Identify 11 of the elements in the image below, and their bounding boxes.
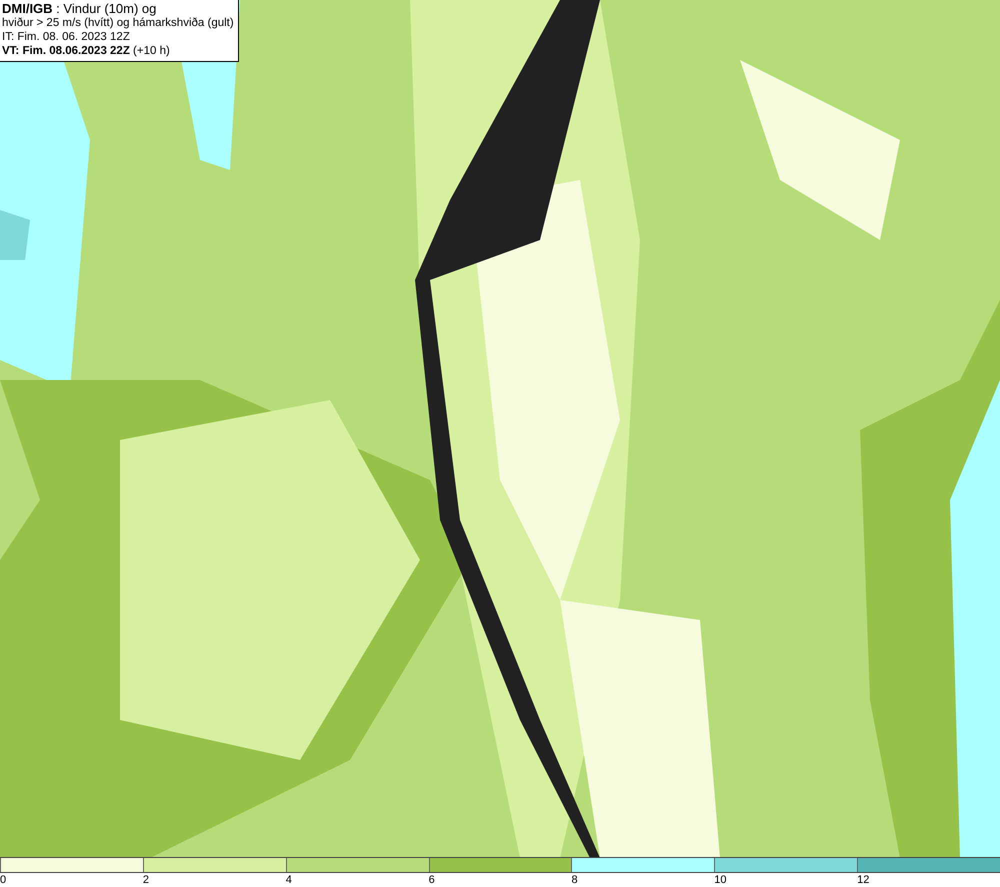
legend-label: 4: [286, 873, 292, 887]
legend-label: 8: [571, 873, 578, 887]
legend-label: 2: [142, 873, 149, 887]
info-text: IT: Fim. 08. 06. 2023 12Z: [2, 30, 131, 44]
info-text: DMI/IGB : Vindur (10m) og: [2, 2, 158, 16]
legend-label: 12: [857, 873, 870, 887]
legend-label: 10: [714, 873, 727, 887]
info-text: VT: Fim. 08.06.2023 22Z (+10 h): [2, 44, 171, 58]
legend-label: 6: [428, 873, 435, 887]
info-text: hviður > 25 m/s (hvítt) og hámarkshviða (gult): [2, 16, 234, 30]
legend-label: 0: [0, 873, 6, 887]
